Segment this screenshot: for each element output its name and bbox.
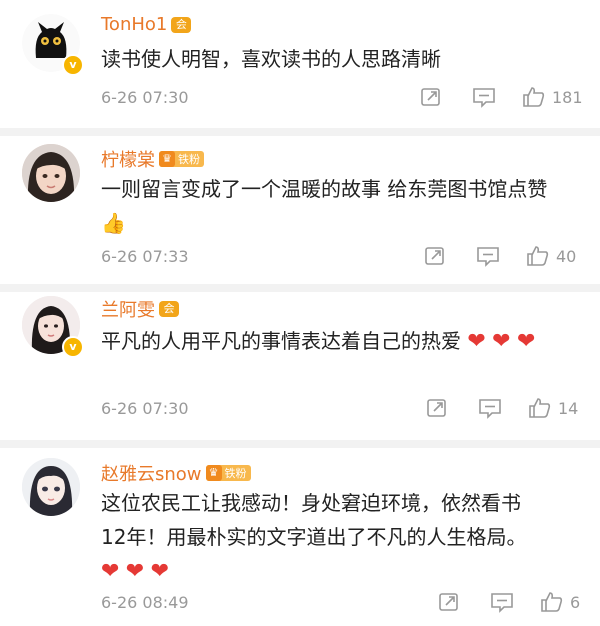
fan-badge-label: 铁粉: [224, 467, 247, 480]
heart-emoji: ❤: [516, 329, 536, 354]
share-button[interactable]: [438, 591, 460, 613]
vip-badge-icon: 会: [159, 301, 179, 317]
comment-text: 一则留言变成了一个温暖的故事 给东莞图书馆点赞 👍: [101, 172, 561, 240]
comment-icon: [479, 399, 501, 419]
comment-text-line: 这位农民工让我感动！身处窘迫环境，依然看书: [101, 491, 521, 515]
share-button[interactable]: [424, 245, 446, 267]
timestamp: 6-26 08:49: [101, 593, 189, 612]
share-icon: [425, 247, 444, 265]
like-count: 40: [556, 246, 577, 266]
fan-badge: ♛ 铁粉: [159, 151, 204, 167]
comment-button[interactable]: [476, 245, 500, 267]
comment-icon: [491, 593, 513, 613]
comment-actions: 181: [420, 86, 583, 108]
girl-photo-avatar-icon: [22, 144, 80, 202]
divider: [0, 284, 600, 292]
like-button[interactable]: 181: [522, 86, 583, 108]
username-text[interactable]: TonHo1: [101, 14, 167, 35]
heart-emoji: ❤: [467, 329, 486, 354]
like-button[interactable]: 6: [540, 591, 580, 613]
divider: [0, 440, 600, 448]
comment-item: 柠檬棠 ♛ 铁粉 一则留言变成了一个温暖的故事 给东莞图书馆点赞 👍 6-26 0…: [0, 136, 600, 284]
share-icon: [427, 399, 446, 417]
anime-girl-avatar-icon: [22, 458, 80, 516]
like-count: 6: [570, 592, 581, 612]
comment-text: 平凡的人用平凡的事情表达着自己的热爱 ❤ ❤ ❤: [101, 324, 571, 359]
share-button[interactable]: [420, 86, 442, 108]
share-button[interactable]: [426, 397, 448, 419]
divider: [0, 128, 600, 136]
avatar[interactable]: [22, 458, 80, 516]
comment-actions: 6: [438, 591, 580, 613]
share-icon: [439, 593, 458, 611]
thumbs-up-icon: [541, 592, 563, 612]
comment-actions: 14: [426, 397, 578, 419]
username-text[interactable]: 兰阿雯: [101, 296, 155, 322]
username[interactable]: 赵雅云snow ♛ 铁粉: [101, 460, 251, 486]
thumbs-up-icon: [529, 398, 551, 418]
username[interactable]: 柠檬棠 ♛ 铁粉: [101, 146, 204, 172]
heart-emoji: ❤: [125, 559, 145, 584]
vip-badge-icon: 会: [171, 16, 192, 33]
thumbs-up-emoji: 👍: [101, 211, 126, 235]
like-button[interactable]: 40: [526, 245, 576, 267]
username-text[interactable]: 柠檬棠: [101, 146, 155, 172]
timestamp: 6-26 07:30: [101, 399, 189, 418]
comment-button[interactable]: [478, 397, 502, 419]
comment-actions: 40: [424, 245, 576, 267]
heart-emoji: ❤: [150, 559, 170, 584]
comment-button[interactable]: [472, 86, 496, 108]
thumbs-up-icon: [523, 87, 545, 107]
comment-text: 读书使人明智，喜欢读书的人思路清晰: [101, 47, 441, 71]
verified-badge-icon: v: [62, 336, 84, 358]
comment-item: v 兰阿雯 会 平凡的人用平凡的事情表达着自己的热爱 ❤ ❤ ❤ 6-26 07…: [0, 292, 600, 440]
like-button[interactable]: 14: [528, 397, 578, 419]
thumbs-up-icon: [527, 246, 549, 266]
username[interactable]: 兰阿雯 会: [101, 296, 179, 322]
like-count: 14: [558, 398, 579, 418]
avatar[interactable]: [22, 144, 80, 202]
comment-item: v TonHo1 会 读书使人明智，喜欢读书的人思路清晰 6-26 07:30 …: [0, 0, 600, 128]
fan-badge: ♛ 铁粉: [205, 465, 251, 481]
fan-badge-label: 铁粉: [178, 153, 200, 166]
comment-button[interactable]: [490, 591, 514, 613]
heart-emoji: ❤: [101, 559, 120, 584]
heart-emoji-row: ❤ ❤ ❤: [101, 554, 591, 589]
username[interactable]: TonHo1 会: [101, 14, 192, 35]
verified-badge-icon: v: [62, 54, 84, 76]
heart-emoji: ❤: [492, 329, 511, 354]
share-icon: [421, 88, 440, 106]
comment-text-content: 平凡的人用平凡的事情表达着自己的热爱: [101, 329, 461, 353]
like-count: 181: [552, 87, 583, 107]
timestamp: 6-26 07:30: [101, 88, 189, 107]
timestamp: 6-26 07:33: [101, 247, 189, 266]
comment-text-content: 一则留言变成了一个温暖的故事 给东莞图书馆点赞: [101, 177, 548, 201]
crown-icon: ♛: [159, 151, 175, 167]
comment-icon: [473, 88, 495, 108]
crown-icon: ♛: [205, 465, 222, 481]
comment-item: 赵雅云snow ♛ 铁粉 这位农民工让我感动！身处窘迫环境，依然看书 12年！用…: [0, 448, 600, 626]
comment-text: 这位农民工让我感动！身处窘迫环境，依然看书 12年！用最朴实的文字道出了不凡的人…: [101, 486, 591, 589]
comment-text-line: 12年！用最朴实的文字道出了不凡的人生格局。: [101, 525, 527, 549]
comment-icon: [477, 247, 499, 267]
username-text[interactable]: 赵雅云snow: [101, 460, 202, 486]
